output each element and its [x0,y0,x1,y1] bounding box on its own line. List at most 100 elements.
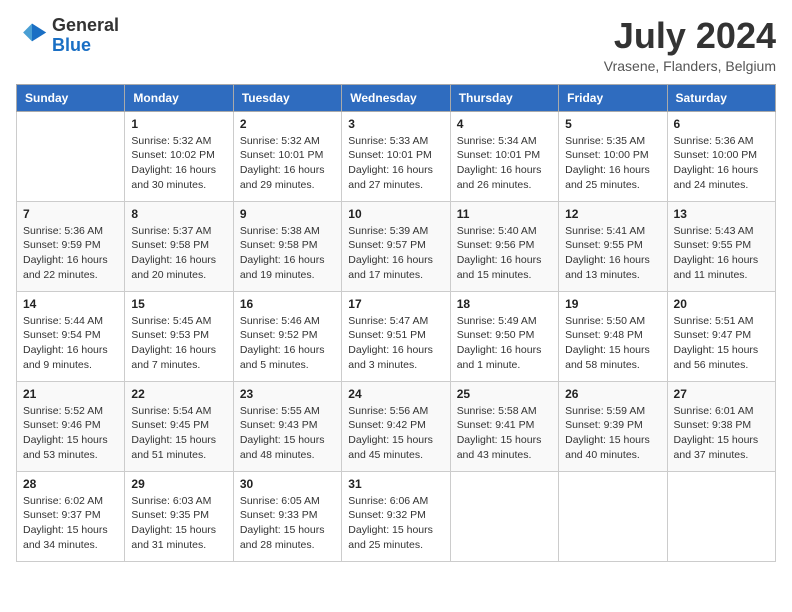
calendar-cell: 23 Sunrise: 5:55 AM Sunset: 9:43 PM Dayli… [233,381,341,471]
day-info: Sunrise: 6:05 AM Sunset: 9:33 PM Dayligh… [240,494,335,553]
day-info: Sunrise: 6:01 AM Sunset: 9:38 PM Dayligh… [674,404,769,463]
day-info: Sunrise: 5:46 AM Sunset: 9:52 PM Dayligh… [240,314,335,373]
day-number: 13 [674,207,769,221]
day-info: Sunrise: 5:32 AM Sunset: 10:01 PM Daylig… [240,134,335,193]
day-info: Sunrise: 5:36 AM Sunset: 10:00 PM Daylig… [674,134,769,193]
calendar-cell: 27 Sunrise: 6:01 AM Sunset: 9:38 PM Dayli… [667,381,775,471]
day-number: 16 [240,297,335,311]
day-number: 5 [565,117,660,131]
day-info: Sunrise: 5:41 AM Sunset: 9:55 PM Dayligh… [565,224,660,283]
location: Vrasene, Flanders, Belgium [604,58,776,74]
calendar-cell: 10Sunrise: 5:39 AM Sunset: 9:57 PM Dayli… [342,201,450,291]
day-number: 9 [240,207,335,221]
calendar-body: 1 Sunrise: 5:32 AM Sunset: 10:02 PM Dayli… [17,111,776,561]
day-number: 20 [674,297,769,311]
day-number: 22 [131,387,226,401]
day-info: Sunrise: 5:56 AM Sunset: 9:42 PM Dayligh… [348,404,443,463]
day-info: Sunrise: 5:32 AM Sunset: 10:02 PM Daylig… [131,134,226,193]
calendar-cell: 30 Sunrise: 6:05 AM Sunset: 9:33 PM Dayli… [233,471,341,561]
calendar-week-row: 1 Sunrise: 5:32 AM Sunset: 10:02 PM Dayli… [17,111,776,201]
day-info: Sunrise: 5:35 AM Sunset: 10:00 PM Daylig… [565,134,660,193]
calendar-cell: 12 Sunrise: 5:41 AM Sunset: 9:55 PM Dayli… [559,201,667,291]
calendar-cell: 15 Sunrise: 5:45 AM Sunset: 9:53 PM Dayli… [125,291,233,381]
logo: General Blue [16,16,119,56]
day-number: 29 [131,477,226,491]
page-header: General Blue July 2024 Vrasene, Flanders… [16,16,776,74]
calendar-cell: 26 Sunrise: 5:59 AM Sunset: 9:39 PM Dayli… [559,381,667,471]
calendar-header: SundayMondayTuesdayWednesdayThursdayFrid… [17,84,776,111]
calendar-cell: 1 Sunrise: 5:32 AM Sunset: 10:02 PM Dayli… [125,111,233,201]
weekday-header: Wednesday [342,84,450,111]
day-info: Sunrise: 5:40 AM Sunset: 9:56 PM Dayligh… [457,224,552,283]
calendar-cell: 6 Sunrise: 5:36 AM Sunset: 10:00 PM Dayli… [667,111,775,201]
day-info: Sunrise: 5:52 AM Sunset: 9:46 PM Dayligh… [23,404,118,463]
day-info: Sunrise: 5:47 AM Sunset: 9:51 PM Dayligh… [348,314,443,373]
day-number: 21 [23,387,118,401]
calendar-cell: 2Sunrise: 5:32 AM Sunset: 10:01 PM Dayli… [233,111,341,201]
title-section: July 2024 Vrasene, Flanders, Belgium [604,16,776,74]
day-number: 26 [565,387,660,401]
day-number: 1 [131,117,226,131]
calendar-cell: 7Sunrise: 5:36 AM Sunset: 9:59 PM Daylig… [17,201,125,291]
calendar-cell: 13 Sunrise: 5:43 AM Sunset: 9:55 PM Dayli… [667,201,775,291]
day-info: Sunrise: 5:58 AM Sunset: 9:41 PM Dayligh… [457,404,552,463]
weekday-header: Saturday [667,84,775,111]
calendar-cell: 8Sunrise: 5:37 AM Sunset: 9:58 PM Daylig… [125,201,233,291]
day-number: 23 [240,387,335,401]
day-number: 31 [348,477,443,491]
logo-icon [16,20,48,52]
day-info: Sunrise: 5:44 AM Sunset: 9:54 PM Dayligh… [23,314,118,373]
day-number: 19 [565,297,660,311]
day-number: 10 [348,207,443,221]
day-info: Sunrise: 5:55 AM Sunset: 9:43 PM Dayligh… [240,404,335,463]
day-number: 30 [240,477,335,491]
calendar-cell: 24 Sunrise: 5:56 AM Sunset: 9:42 PM Dayli… [342,381,450,471]
day-number: 12 [565,207,660,221]
day-info: Sunrise: 5:43 AM Sunset: 9:55 PM Dayligh… [674,224,769,283]
day-info: Sunrise: 6:03 AM Sunset: 9:35 PM Dayligh… [131,494,226,553]
calendar-cell [559,471,667,561]
day-info: Sunrise: 5:36 AM Sunset: 9:59 PM Dayligh… [23,224,118,283]
calendar-week-row: 7Sunrise: 5:36 AM Sunset: 9:59 PM Daylig… [17,201,776,291]
calendar-cell: 20Sunrise: 5:51 AM Sunset: 9:47 PM Dayli… [667,291,775,381]
day-info: Sunrise: 5:33 AM Sunset: 10:01 PM Daylig… [348,134,443,193]
day-number: 15 [131,297,226,311]
day-number: 4 [457,117,552,131]
calendar-cell: 11 Sunrise: 5:40 AM Sunset: 9:56 PM Dayli… [450,201,558,291]
calendar-table: SundayMondayTuesdayWednesdayThursdayFrid… [16,84,776,562]
day-number: 11 [457,207,552,221]
calendar-week-row: 14Sunrise: 5:44 AM Sunset: 9:54 PM Dayli… [17,291,776,381]
day-info: Sunrise: 5:49 AM Sunset: 9:50 PM Dayligh… [457,314,552,373]
calendar-week-row: 21 Sunrise: 5:52 AM Sunset: 9:46 PM Dayli… [17,381,776,471]
weekday-header: Sunday [17,84,125,111]
calendar-week-row: 28 Sunrise: 6:02 AM Sunset: 9:37 PM Dayli… [17,471,776,561]
calendar-cell: 22Sunrise: 5:54 AM Sunset: 9:45 PM Dayli… [125,381,233,471]
calendar-cell: 4Sunrise: 5:34 AM Sunset: 10:01 PM Dayli… [450,111,558,201]
day-number: 25 [457,387,552,401]
day-number: 8 [131,207,226,221]
calendar-cell: 19Sunrise: 5:50 AM Sunset: 9:48 PM Dayli… [559,291,667,381]
weekday-header: Thursday [450,84,558,111]
calendar-cell: 21 Sunrise: 5:52 AM Sunset: 9:46 PM Dayli… [17,381,125,471]
calendar-cell [667,471,775,561]
calendar-cell: 14Sunrise: 5:44 AM Sunset: 9:54 PM Dayli… [17,291,125,381]
weekday-header: Friday [559,84,667,111]
calendar-cell: 5 Sunrise: 5:35 AM Sunset: 10:00 PM Dayli… [559,111,667,201]
logo-line1: General [52,16,119,36]
day-info: Sunrise: 6:02 AM Sunset: 9:37 PM Dayligh… [23,494,118,553]
calendar-cell: 3Sunrise: 5:33 AM Sunset: 10:01 PM Dayli… [342,111,450,201]
day-info: Sunrise: 6:06 AM Sunset: 9:32 PM Dayligh… [348,494,443,553]
day-number: 24 [348,387,443,401]
day-number: 6 [674,117,769,131]
day-info: Sunrise: 5:38 AM Sunset: 9:58 PM Dayligh… [240,224,335,283]
day-number: 27 [674,387,769,401]
calendar-cell: 28 Sunrise: 6:02 AM Sunset: 9:37 PM Dayli… [17,471,125,561]
calendar-cell: 18 Sunrise: 5:49 AM Sunset: 9:50 PM Dayli… [450,291,558,381]
weekday-header: Tuesday [233,84,341,111]
day-info: Sunrise: 5:45 AM Sunset: 9:53 PM Dayligh… [131,314,226,373]
calendar-cell: 9 Sunrise: 5:38 AM Sunset: 9:58 PM Daylig… [233,201,341,291]
day-info: Sunrise: 5:59 AM Sunset: 9:39 PM Dayligh… [565,404,660,463]
day-number: 18 [457,297,552,311]
weekday-row: SundayMondayTuesdayWednesdayThursdayFrid… [17,84,776,111]
day-number: 28 [23,477,118,491]
